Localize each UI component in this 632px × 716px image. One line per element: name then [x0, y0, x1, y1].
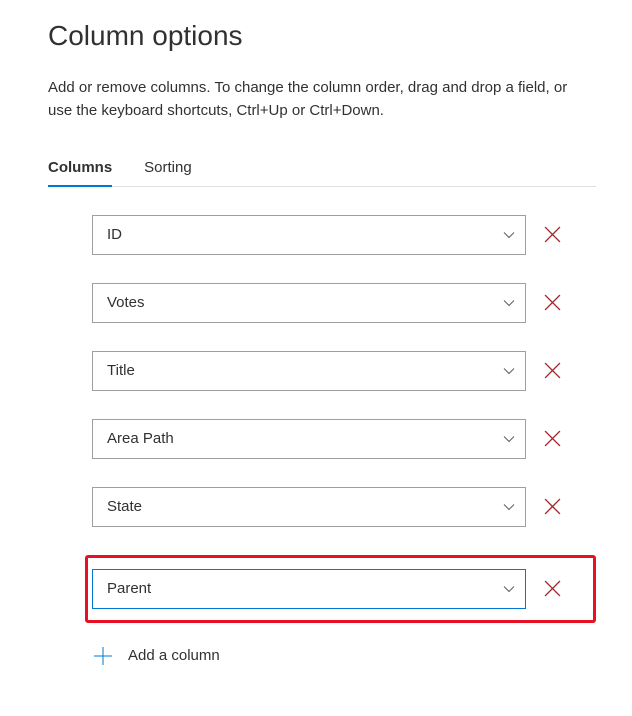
close-icon — [544, 294, 561, 311]
plus-icon — [94, 647, 112, 665]
chevron-down-icon — [503, 365, 515, 377]
remove-button[interactable] — [540, 359, 564, 383]
remove-button[interactable] — [540, 427, 564, 451]
chevron-down-icon — [503, 229, 515, 241]
column-dropdown[interactable]: State — [92, 487, 526, 527]
close-icon — [544, 580, 561, 597]
close-icon — [544, 430, 561, 447]
remove-button[interactable] — [540, 495, 564, 519]
column-row: Area Path — [92, 419, 596, 459]
tabs-container: Columns Sorting — [48, 159, 596, 187]
column-dropdown[interactable]: Votes — [92, 283, 526, 323]
dropdown-label: Votes — [107, 294, 145, 311]
add-column-label: Add a column — [128, 647, 220, 664]
chevron-down-icon — [503, 583, 515, 595]
description-text: Add or remove columns. To change the col… — [48, 76, 578, 123]
tab-sorting[interactable]: Sorting — [144, 159, 192, 186]
remove-button[interactable] — [540, 291, 564, 315]
remove-button[interactable] — [540, 577, 564, 601]
add-column-button[interactable]: Add a column — [92, 647, 596, 665]
remove-button[interactable] — [540, 223, 564, 247]
dropdown-label: Title — [107, 362, 135, 379]
page-title: Column options — [48, 20, 596, 52]
dropdown-label: State — [107, 498, 142, 515]
column-row-highlighted: Parent — [85, 555, 596, 623]
dropdown-label: ID — [107, 226, 122, 243]
chevron-down-icon — [503, 297, 515, 309]
column-dropdown[interactable]: Area Path — [92, 419, 526, 459]
column-row: ID — [92, 215, 596, 255]
close-icon — [544, 362, 561, 379]
column-row: Title — [92, 351, 596, 391]
dropdown-label: Area Path — [107, 430, 174, 447]
dropdown-label: Parent — [107, 580, 151, 597]
column-dropdown[interactable]: ID — [92, 215, 526, 255]
column-dropdown[interactable]: Parent — [92, 569, 526, 609]
close-icon — [544, 226, 561, 243]
columns-list: ID Votes Title — [92, 215, 596, 665]
chevron-down-icon — [503, 433, 515, 445]
column-row: Votes — [92, 283, 596, 323]
column-dropdown[interactable]: Title — [92, 351, 526, 391]
column-row: State — [92, 487, 596, 527]
chevron-down-icon — [503, 501, 515, 513]
tab-columns[interactable]: Columns — [48, 159, 112, 186]
close-icon — [544, 498, 561, 515]
